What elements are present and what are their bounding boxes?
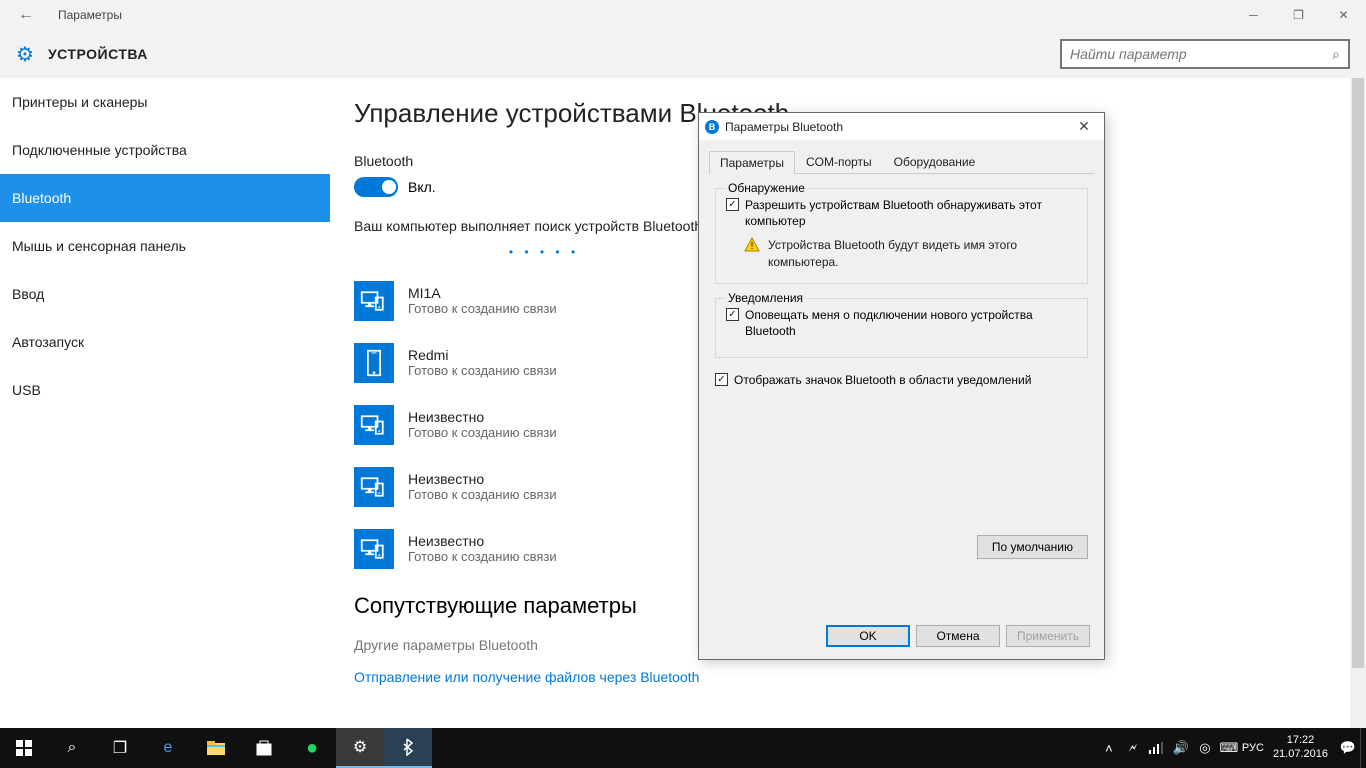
tray-language[interactable]: РУС <box>1241 728 1265 768</box>
gear-icon: ⚙ <box>16 42 34 67</box>
tray-icon-checkbox-label: Отображать значок Bluetooth в области ув… <box>734 372 1031 388</box>
device-name: Redmi <box>408 347 557 363</box>
tray-location-icon[interactable]: ◎ <box>1193 728 1217 768</box>
tray-keyboard-icon[interactable]: ⌨ <box>1217 728 1241 768</box>
back-button[interactable]: ← <box>12 1 40 29</box>
sidebar-item-usb[interactable]: USB <box>0 366 330 414</box>
search-taskbar-icon[interactable]: ⌕ <box>48 728 96 768</box>
sidebar-item-bluetooth[interactable]: Bluetooth <box>0 174 330 222</box>
pc-phone-icon <box>354 281 394 321</box>
discovery-group: Обнаружение ✓ Разрешить устройствам Blue… <box>715 188 1088 284</box>
tray-chevron-icon[interactable]: ˄ <box>1097 728 1121 768</box>
notifications-legend: Уведомления <box>724 291 807 305</box>
scrollbar[interactable] <box>1350 78 1366 728</box>
notify-checkbox-label: Оповещать меня о подключении нового устр… <box>745 307 1077 339</box>
dialog-title: Параметры Bluetooth <box>725 120 843 134</box>
cancel-button[interactable]: Отмена <box>916 625 1000 647</box>
tray-power-icon[interactable]: 🗲 <box>1121 728 1145 768</box>
sidebar-item-autoplay[interactable]: Автозапуск <box>0 318 330 366</box>
tray-network-icon[interactable] <box>1145 728 1169 768</box>
device-name: Неизвестно <box>408 533 557 549</box>
taskbar: ⌕ ❐ e ● ⚙ ˄ 🗲 🔊 ◎ ⌨ РУС 17:22 21.07.2016… <box>0 728 1366 768</box>
pc-phone-icon <box>354 467 394 507</box>
tab-parameters[interactable]: Параметры <box>709 151 795 174</box>
search-input[interactable] <box>1070 46 1332 62</box>
header: ⚙ УСТРОЙСТВА ⌕ <box>0 30 1366 78</box>
notifications-group: Уведомления ✓ Оповещать меня о подключен… <box>715 298 1088 358</box>
toggle-state-label: Вкл. <box>408 179 436 195</box>
search-box[interactable]: ⌕ <box>1060 39 1350 69</box>
link-send-receive-files[interactable]: Отправление или получение файлов через B… <box>354 669 1342 685</box>
discovery-checkbox[interactable]: ✓ <box>726 198 739 211</box>
tray-clock[interactable]: 17:22 21.07.2016 <box>1265 734 1336 762</box>
tray-volume-icon[interactable]: 🔊 <box>1169 728 1193 768</box>
sidebar-item-connected-devices[interactable]: Подключенные устройства <box>0 126 330 174</box>
discovery-checkbox-label: Разрешить устройствам Bluetooth обнаружи… <box>745 197 1077 229</box>
toggle-knob <box>382 180 396 194</box>
phone-icon <box>354 343 394 383</box>
tab-com-ports[interactable]: COM-порты <box>795 150 883 173</box>
device-status: Готово к созданию связи <box>408 301 557 316</box>
spotify-icon[interactable]: ● <box>288 728 336 768</box>
device-status: Готово к созданию связи <box>408 425 557 440</box>
pc-phone-icon <box>354 405 394 445</box>
page-category: УСТРОЙСТВА <box>48 46 148 62</box>
window-title: Параметры <box>58 8 122 22</box>
window-titlebar: ← Параметры ─ ❐ ✕ <box>0 0 1366 30</box>
device-name: MI1A <box>408 285 557 301</box>
tab-hardware[interactable]: Оборудование <box>883 150 987 173</box>
explorer-icon[interactable] <box>192 728 240 768</box>
sidebar-item-mouse[interactable]: Мышь и сенсорная панель <box>0 222 330 270</box>
store-icon[interactable] <box>240 728 288 768</box>
dialog-tabs: Параметры COM-порты Оборудование <box>709 150 1094 174</box>
bluetooth-toggle[interactable] <box>354 177 398 197</box>
warning-icon: ! <box>744 237 760 253</box>
svg-text:!: ! <box>751 241 754 252</box>
dialog-titlebar[interactable]: B Параметры Bluetooth ✕ <box>699 113 1104 140</box>
searching-indicator: • • • • • <box>494 245 594 259</box>
ok-button[interactable]: OK <box>826 625 910 647</box>
maximize-button[interactable]: ❐ <box>1276 0 1321 30</box>
sidebar: Принтеры и сканеры Подключенные устройст… <box>0 78 330 728</box>
device-status: Готово к созданию связи <box>408 487 557 502</box>
discovery-legend: Обнаружение <box>724 181 809 195</box>
sidebar-item-printers[interactable]: Принтеры и сканеры <box>0 78 330 126</box>
pc-phone-icon <box>354 529 394 569</box>
bluetooth-settings-dialog: B Параметры Bluetooth ✕ Параметры COM-по… <box>698 112 1105 660</box>
start-button[interactable] <box>0 728 48 768</box>
device-name: Неизвестно <box>408 471 557 487</box>
scrollbar-thumb[interactable] <box>1352 78 1364 668</box>
dialog-close-button[interactable]: ✕ <box>1064 118 1104 135</box>
defaults-button[interactable]: По умолчанию <box>977 535 1088 559</box>
action-center-icon[interactable]: 💬 <box>1336 728 1360 768</box>
bluetooth-taskbar-icon[interactable] <box>384 728 432 768</box>
discovery-warning-text: Устройства Bluetooth будут видеть имя эт… <box>768 237 1077 271</box>
tray-icon-checkbox[interactable]: ✓ <box>715 373 728 386</box>
apply-button[interactable]: Применить <box>1006 625 1090 647</box>
edge-icon[interactable]: e <box>144 728 192 768</box>
sidebar-item-input[interactable]: Ввод <box>0 270 330 318</box>
bluetooth-icon: B <box>705 120 719 134</box>
show-desktop[interactable] <box>1360 728 1366 768</box>
search-icon: ⌕ <box>1332 46 1340 63</box>
task-view-icon[interactable]: ❐ <box>96 728 144 768</box>
device-status: Готово к созданию связи <box>408 549 557 564</box>
settings-taskbar-icon[interactable]: ⚙ <box>336 728 384 768</box>
notify-checkbox[interactable]: ✓ <box>726 308 739 321</box>
minimize-button[interactable]: ─ <box>1231 0 1276 30</box>
device-name: Неизвестно <box>408 409 557 425</box>
close-button[interactable]: ✕ <box>1321 0 1366 30</box>
device-status: Готово к созданию связи <box>408 363 557 378</box>
